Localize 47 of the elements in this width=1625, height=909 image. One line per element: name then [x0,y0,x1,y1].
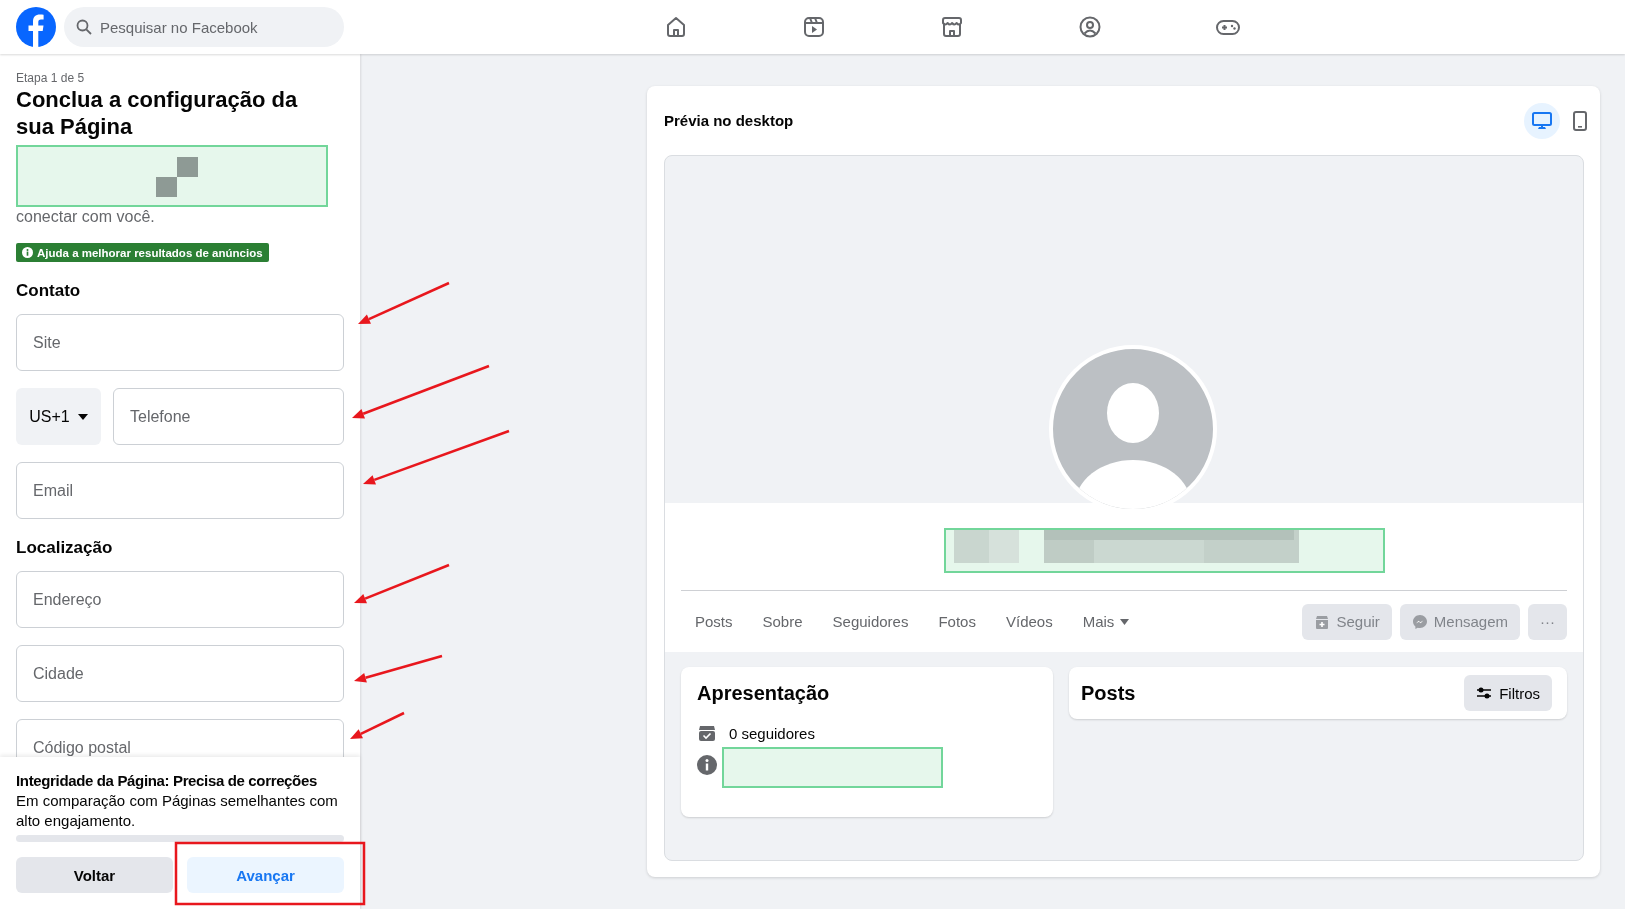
store-icon [940,15,964,39]
video-icon [802,15,826,39]
next-button[interactable]: Avançar [187,857,344,893]
info-icon [22,247,33,258]
info-icon [697,755,717,775]
intro-title: Apresentação [697,681,831,705]
followers-icon [697,723,717,743]
profile-tab[interactable]: Sobre [747,601,818,642]
groups-icon [1078,15,1102,39]
preview-title: Prévia no desktop [664,112,794,129]
filter-button[interactable]: Filtros [1464,675,1552,711]
follow-icon [1314,613,1331,630]
input-field[interactable]: Email [16,462,344,519]
logo-icon[interactable] [16,7,56,47]
input-field[interactable]: Endereço [16,571,344,628]
input-field[interactable]: Site [16,314,344,371]
posts-title: Posts [1081,681,1136,705]
followers-count: 0 seguidores [729,724,815,742]
profile-tab[interactable]: Vídeos [990,601,1068,642]
annotation-arrow [350,711,405,739]
input-field[interactable]: Cidade [16,645,344,702]
profile-tab[interactable]: Fotos [923,601,991,642]
messenger-icon [1411,613,1428,630]
profile-tab[interactable]: Seguidores [817,601,924,642]
home-icon [664,15,688,39]
profile-tab[interactable]: Posts [681,601,748,642]
monitor-icon [1532,111,1552,130]
phone-field[interactable]: Telefone [113,388,344,445]
panel-title: Conclua a configuração da sua Página [16,86,299,140]
description-text: conectar com você. [16,207,156,227]
search-icon [76,19,92,35]
integrity-title: Integridade da Página: Precisa de correções [16,771,318,791]
caret-icon [77,413,88,420]
back-button[interactable]: Voltar [16,857,173,893]
input-field[interactable]: Código postal [16,719,344,757]
phone-icon [1573,110,1587,131]
search-field[interactable]: Pesquisar no Facebook [64,7,344,47]
badge-text: Ajuda a melhorar resultados de anúncios [37,246,263,259]
section-heading: Localização [16,537,114,559]
country-code-select[interactable]: US+1 [16,388,101,445]
sliders-icon [1476,686,1493,700]
view-toggle[interactable] [1524,102,1560,139]
section-heading: Contato [16,280,82,302]
integrity-text: Em comparação com Páginas semelhantes com alto engajamento. [16,791,339,831]
step-label: Etapa 1 de 5 [16,70,86,86]
profile-tab[interactable]: Mais [1067,601,1145,642]
caret-icon [1120,618,1130,625]
